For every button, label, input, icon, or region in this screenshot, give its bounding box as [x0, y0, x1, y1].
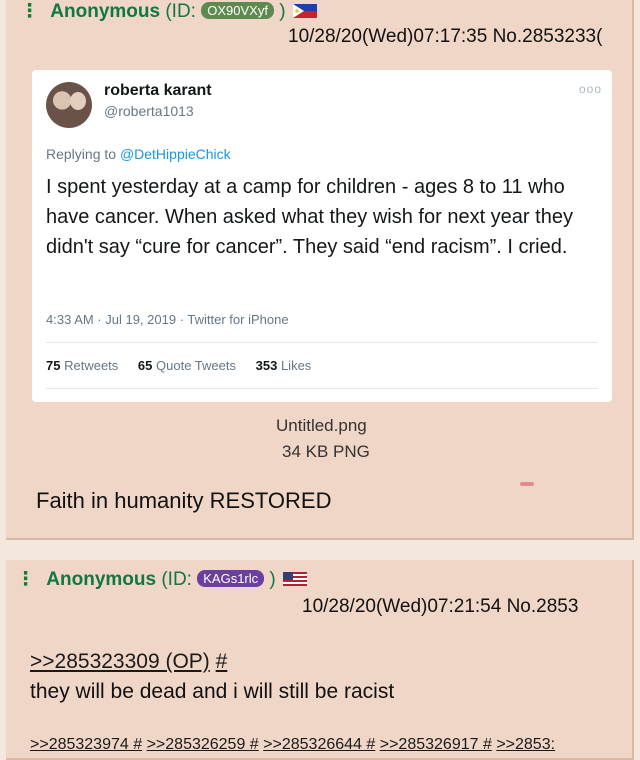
backlink[interactable]: >>285326917 # [380, 736, 492, 753]
post-text: they will be dead and i will still be ra… [30, 680, 395, 703]
poster-id-label: (ID: [161, 569, 192, 590]
post-op: ⋮ Anonymous (ID: OX90VXyf ) 10/28/20(Wed… [6, 0, 634, 540]
poster-id-close: ) [279, 1, 286, 22]
us-flag-icon [283, 572, 308, 586]
backlink[interactable]: >>285326644 # [263, 736, 375, 753]
file-name[interactable]: Untitled.png [276, 416, 367, 436]
philippines-flag-icon [292, 4, 317, 18]
backlink[interactable]: >>2853: [496, 736, 555, 753]
tweet-text: I spent yesterday at a camp for children… [46, 176, 573, 258]
avatar [46, 82, 92, 128]
retweets-label: Retweets [64, 358, 119, 373]
tweet-stats: 75 Retweets 65 Quote Tweets 353 Likes [46, 358, 327, 373]
poster-id-close: ) [269, 569, 276, 590]
op-quote-hash[interactable]: # [216, 650, 228, 673]
tweet-handle: @roberta1013 [104, 103, 194, 119]
retweets-count: 75 [46, 358, 61, 373]
tweet-divider [46, 342, 598, 343]
post-reply: ⋮ Anonymous (ID: KAGs1rlc ) 10/28/20(Wed… [6, 560, 634, 760]
poster-id-badge[interactable]: KAGs1rlc [197, 570, 265, 587]
more-options-icon: ooo [578, 82, 602, 96]
decorative-mark [520, 482, 534, 486]
quote-count: 65 [137, 358, 153, 373]
file-size: 34 KB PNG [282, 442, 370, 461]
op-quote-link: >>285323309 (OP) # [30, 650, 227, 674]
poster-name: Anonymous [50, 1, 161, 22]
backlink[interactable]: >>285326259 # [147, 736, 259, 753]
tweet-divider-bottom [46, 388, 598, 389]
likes-label: Likes [280, 358, 312, 373]
post-text: Faith in humanity RESTORED [36, 488, 332, 513]
poster-id-label: (ID: [165, 1, 196, 22]
backlinks: >>285323974 # >>285326259 # >>285326644 … [30, 736, 632, 754]
replying-to-label: Replying to [46, 146, 117, 162]
replying-to-user: @DetHippieChick [119, 146, 231, 162]
post-datetime: 10/28/20(Wed)07:21:54 No.2853 [302, 596, 579, 617]
post-menu-icon[interactable]: ⋮ [20, 1, 39, 22]
op-quote-link-anchor[interactable]: >>285323309 (OP) [30, 650, 210, 673]
tweet-meta: 4:33 AM · Jul 19, 2019 · Twitter for iPh… [46, 312, 289, 327]
tweet-display-name: roberta karant [104, 82, 212, 99]
post-datetime: 10/28/20(Wed)07:17:35 No.2853233( [288, 26, 603, 47]
tweet-embed-image: roberta karant @roberta1013 ooo Replying… [32, 70, 612, 402]
likes-count: 353 [255, 358, 278, 373]
tweet-replying-to: Replying to @DetHippieChick [46, 146, 231, 162]
quote-label: Quote Tweets [156, 358, 236, 373]
poster-name: Anonymous [46, 569, 157, 590]
post-header: ⋮ Anonymous (ID: KAGs1rlc ) [16, 568, 308, 591]
poster-id-badge[interactable]: OX90VXyf [201, 2, 274, 19]
post-header: ⋮ Anonymous (ID: OX90VXyf ) [20, 0, 317, 23]
backlink[interactable]: >>285323974 # [30, 736, 142, 753]
post-menu-icon[interactable]: ⋮ [16, 569, 35, 590]
